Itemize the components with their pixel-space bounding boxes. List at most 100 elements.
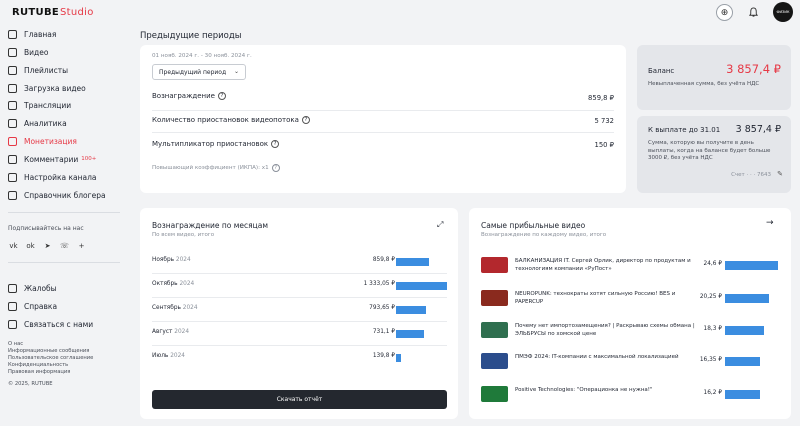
sidebar-item-comments[interactable]: Комментарии 100+ — [8, 152, 96, 166]
sidebar-item-label: Связаться с нами — [24, 319, 94, 329]
sidebar-item-playlists[interactable]: Плейлисты — [8, 63, 68, 77]
month-label: Июль — [152, 353, 169, 359]
balance-note: Невыплаченная сумма, без учёта НДС — [648, 81, 760, 87]
month-amount: 139,8 ₽ — [372, 353, 395, 359]
month-name: Сентябрь 2024 — [152, 305, 198, 311]
monetization-icon — [8, 136, 17, 146]
video-title[interactable]: Почему нет импортозамещения? | Раскрываю… — [515, 323, 705, 338]
month-year: 2024 — [179, 281, 195, 287]
video-row[interactable]: Positive Technologies: "Операционка не н… — [481, 384, 778, 408]
mult-value: 150 ₽ — [594, 141, 614, 149]
video-title[interactable]: ПМЭФ 2024: IT-компании с максимальной ло… — [515, 354, 705, 362]
chevron-down-icon: ⌄ — [233, 68, 239, 75]
month-row: Сентябрь 2024 793,65 ₽ — [152, 297, 447, 321]
copyright: © 2025, RUTUBE — [8, 381, 53, 387]
footer-link-agreement[interactable]: Пользовательское соглашение — [8, 355, 93, 362]
period-select[interactable]: Предыдущий период ⌄ — [152, 64, 246, 80]
monthly-title: Вознаграждение по месяцам — [152, 221, 268, 230]
balance-value: 3 857,4 ₽ — [726, 62, 781, 76]
sidebar-item-upload[interactable]: Загрузка видео — [8, 81, 86, 95]
footer-link-about[interactable]: О нас — [8, 341, 23, 348]
info-icon[interactable]: ? — [271, 164, 280, 172]
month-row: Октябрь 2024 1 333,05 ₽ — [152, 273, 447, 297]
settings-icon — [8, 172, 17, 182]
month-year: 2024 — [175, 257, 191, 263]
sidebar-item-label: Настройка канала — [24, 172, 97, 182]
video-row[interactable]: NEUROPUNK: технократы хотят сильную Росс… — [481, 288, 778, 312]
ads-label-text: Количество приостановок видеопотока — [152, 116, 299, 124]
sidebar-item-label: Справка — [24, 301, 58, 311]
sidebar-item-guide[interactable]: Справочник блогера — [8, 188, 106, 202]
broadcast-icon — [8, 100, 17, 110]
sidebar-item-broadcasts[interactable]: Трансляции — [8, 98, 71, 112]
month-amount: 1 333,05 ₽ — [363, 281, 395, 287]
month-name: Октябрь 2024 — [152, 281, 194, 287]
month-year: 2024 — [174, 329, 190, 335]
mult-label-text: Мультипликатор приостановок — [152, 140, 269, 148]
sidebar-item-label: Плейлисты — [24, 65, 69, 75]
viber-icon[interactable]: ☏ — [59, 240, 70, 251]
month-label: Октябрь — [152, 281, 178, 287]
video-row[interactable]: Почему нет импортозамещения? | Раскрываю… — [481, 320, 778, 344]
sidebar-item-label: Главная — [24, 29, 57, 39]
video-thumbnail[interactable] — [481, 386, 508, 402]
month-bar — [396, 354, 402, 362]
footer-link-info[interactable]: Информационные сообщения — [8, 348, 89, 355]
guide-icon — [8, 190, 17, 200]
bell-icon[interactable] — [745, 4, 762, 21]
expand-icon[interactable]: ⤢ — [437, 220, 443, 230]
download-report-label: Скачать отчёт — [276, 396, 323, 403]
video-row[interactable]: БАЛКАНИЗАЦИЯ IT. Сергей Орлик, директор … — [481, 255, 778, 279]
account-number: Счет · · · 7643 — [731, 172, 771, 178]
logo[interactable]: RUTUBEStudio — [12, 7, 94, 18]
coef-label-text: Повышающий коэффициент (ИКПА): x1 — [152, 165, 269, 171]
avatar[interactable]: ФИЗИК — [773, 2, 793, 22]
download-report-button[interactable]: Скачать отчёт — [152, 390, 447, 409]
video-icon — [8, 47, 17, 57]
sidebar-item-analytics[interactable]: Аналитика — [8, 116, 67, 130]
video-title[interactable]: БАЛКАНИЗАЦИЯ IT. Сергей Орлик, директор … — [515, 258, 705, 273]
sidebar-item-home[interactable]: Главная — [8, 27, 56, 41]
edit-icon[interactable]: ✎ — [777, 170, 783, 178]
info-icon[interactable]: ? — [217, 92, 226, 100]
video-thumbnail[interactable] — [481, 353, 508, 369]
sidebar-item-video[interactable]: Видео — [8, 45, 48, 59]
info-icon[interactable]: ? — [301, 116, 310, 124]
video-title[interactable]: NEUROPUNK: технократы хотят сильную Росс… — [515, 291, 705, 306]
info-icon[interactable]: ? — [271, 140, 280, 148]
footer-link-privacy[interactable]: Конфиденциальность — [8, 362, 68, 369]
sidebar-item-contact[interactable]: Связаться с нами — [8, 317, 93, 331]
sidebar-item-monetization[interactable]: Монетизация — [8, 134, 77, 148]
sidebar-item-channel-settings[interactable]: Настройка канала — [8, 170, 96, 184]
month-name: Ноябрь 2024 — [152, 257, 191, 263]
comments-badge: 100+ — [81, 156, 97, 162]
balance-card: Баланс 3 857,4 ₽ Невыплаченная сумма, бе… — [637, 45, 791, 110]
month-label: Ноябрь — [152, 257, 175, 263]
sidebar-item-label: Жалобы — [24, 283, 57, 293]
month-bar — [396, 306, 427, 314]
home-icon — [8, 29, 17, 39]
vk-icon[interactable]: vk — [8, 240, 19, 251]
arrow-right-icon[interactable]: → — [766, 218, 774, 228]
top-videos-title: Самые прибыльные видео — [481, 221, 586, 230]
footer-link-legal[interactable]: Правовая информация — [8, 369, 70, 376]
sidebar-item-complaints[interactable]: Жалобы — [8, 281, 57, 295]
video-bar — [725, 390, 760, 399]
video-thumbnail[interactable] — [481, 257, 508, 273]
sidebar-item-help[interactable]: Справка — [8, 299, 57, 313]
video-thumbnail[interactable] — [481, 322, 508, 338]
video-row[interactable]: ПМЭФ 2024: IT-компании с максимальной ло… — [481, 351, 778, 375]
sidebar-item-label: Трансляции — [24, 100, 72, 110]
sidebar-item-label: Комментарии — [24, 154, 79, 164]
month-year: 2024 — [182, 305, 198, 311]
ok-icon[interactable]: ok — [25, 240, 36, 251]
video-amount: 16,35 ₽ — [699, 357, 722, 363]
upload-icon[interactable]: ⊕ — [716, 4, 733, 21]
video-bar — [725, 326, 765, 335]
plus-icon[interactable]: + — [76, 240, 87, 251]
help-icon — [8, 301, 17, 311]
divider — [152, 132, 614, 133]
video-thumbnail[interactable] — [481, 290, 508, 306]
video-title[interactable]: Positive Technologies: "Операционка не н… — [515, 387, 705, 395]
telegram-icon[interactable]: ➤ — [42, 240, 53, 251]
